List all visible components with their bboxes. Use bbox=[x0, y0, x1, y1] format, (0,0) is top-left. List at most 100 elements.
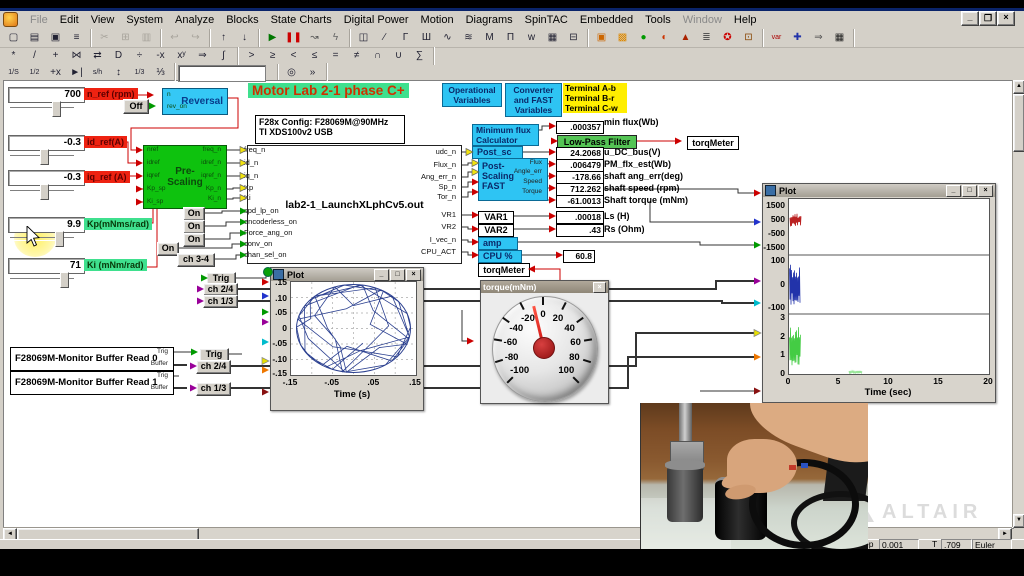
slider-value-0[interactable]: 700 bbox=[8, 87, 85, 103]
vscroll-thumb[interactable] bbox=[1013, 94, 1024, 152]
alarm-tool-icon[interactable]: ▲ bbox=[675, 29, 696, 47]
assign-block-icon[interactable]: ⇒ bbox=[192, 47, 213, 65]
config-box[interactable]: F28x Config: F28069M@90MHz TI XDS100v2 U… bbox=[255, 115, 405, 144]
menu-window[interactable]: Window bbox=[677, 12, 728, 28]
less-equal-block-icon[interactable]: ≤ bbox=[304, 47, 325, 65]
print-icon[interactable]: ≡ bbox=[66, 29, 87, 47]
integrator-block-icon[interactable]: ∫ bbox=[213, 47, 234, 65]
monitor-block-icon[interactable]: ⊟ bbox=[563, 29, 584, 47]
data-tool-icon[interactable]: ▦ bbox=[829, 29, 850, 47]
transpose-block-icon[interactable]: ⇄ bbox=[87, 47, 108, 65]
demote-icon[interactable]: ↓ bbox=[234, 29, 255, 47]
off-button[interactable]: Off bbox=[123, 99, 149, 114]
single-step-icon[interactable]: ↝ bbox=[304, 29, 325, 47]
display-block-icon[interactable]: ▦ bbox=[542, 29, 563, 47]
slider-thumb-3[interactable] bbox=[55, 231, 64, 247]
vertical-scrollbar[interactable]: ▲ ▼ bbox=[1012, 80, 1024, 527]
on-button-3[interactable]: On bbox=[183, 233, 205, 247]
plot-tool-icon[interactable]: ▣ bbox=[591, 29, 612, 47]
wire-tool-icon[interactable]: ⇒ bbox=[808, 29, 829, 47]
sine-block-icon[interactable]: ∿ bbox=[437, 29, 458, 47]
scroll-down-icon[interactable]: ▼ bbox=[1013, 514, 1024, 528]
find-icon[interactable]: ◎ bbox=[281, 63, 302, 81]
menu-spintac[interactable]: SpinTAC bbox=[519, 12, 574, 28]
and-block-icon[interactable]: ∩ bbox=[367, 47, 388, 65]
find-input[interactable] bbox=[178, 65, 266, 82]
menu-state-charts[interactable]: State Charts bbox=[265, 12, 338, 28]
histogram-tool-icon[interactable]: ▩ bbox=[612, 29, 633, 47]
negate-block-icon[interactable]: -x bbox=[150, 47, 171, 65]
menu-tools[interactable]: Tools bbox=[639, 12, 677, 28]
var1-block[interactable]: VAR1 bbox=[478, 211, 514, 224]
plot-maximize-icon[interactable]: □ bbox=[390, 269, 405, 281]
divide-block-icon[interactable]: / bbox=[24, 47, 45, 65]
pulse-block-icon[interactable]: Π bbox=[500, 29, 521, 47]
list-tool-icon[interactable]: ≣ bbox=[696, 29, 717, 47]
derivative-block-icon[interactable]: D bbox=[108, 47, 129, 65]
undo-icon[interactable]: ↩ bbox=[164, 29, 185, 47]
greater-block-icon[interactable]: > bbox=[241, 47, 262, 65]
led-tool-icon[interactable]: ● bbox=[633, 29, 654, 47]
menu-motion[interactable]: Motion bbox=[415, 12, 460, 28]
time-plot-titlebar[interactable]: Plot _ □ × bbox=[763, 184, 995, 197]
on-button-2[interactable]: On bbox=[183, 220, 205, 234]
slider-track-0[interactable] bbox=[10, 107, 74, 111]
power-block-icon[interactable]: xʸ bbox=[171, 47, 192, 65]
gauge-close-icon[interactable]: × bbox=[593, 282, 606, 293]
slider-thumb-2[interactable] bbox=[40, 184, 49, 200]
multiply-block-icon[interactable]: * bbox=[3, 47, 24, 65]
bar-display-block-icon[interactable]: ≋ bbox=[458, 29, 479, 47]
realtime-icon[interactable]: ϟ bbox=[325, 29, 346, 47]
plot-minimize-icon[interactable]: _ bbox=[374, 269, 389, 281]
minimize-button[interactable]: _ bbox=[961, 11, 979, 26]
or-block-icon[interactable]: ∪ bbox=[388, 47, 409, 65]
ratio-block-icon[interactable]: ÷ bbox=[129, 47, 150, 65]
copy-icon[interactable]: ⊞ bbox=[115, 29, 136, 47]
pause-icon[interactable]: ❚❚ bbox=[283, 29, 304, 47]
new-file-icon[interactable]: ▢ bbox=[3, 29, 24, 47]
on-button-4[interactable]: On bbox=[157, 242, 179, 256]
equal-block-icon[interactable]: = bbox=[325, 47, 346, 65]
slider-thumb-0[interactable] bbox=[52, 101, 61, 117]
less-block-icon[interactable]: < bbox=[283, 47, 304, 65]
greater-equal-block-icon[interactable]: ≥ bbox=[262, 47, 283, 65]
slider-value-4[interactable]: 71 bbox=[8, 258, 85, 274]
offset-block-icon[interactable]: +x bbox=[45, 63, 66, 81]
paste-icon[interactable]: ▥ bbox=[136, 29, 157, 47]
menu-diagrams[interactable]: Diagrams bbox=[460, 12, 519, 28]
ch-1-3-button-bottom[interactable]: ch 1/3 bbox=[196, 382, 231, 396]
add-tool-icon[interactable]: ✚ bbox=[787, 29, 808, 47]
slider-thumb-1[interactable] bbox=[40, 149, 49, 165]
comb-block-icon[interactable]: Ш bbox=[416, 29, 437, 47]
menu-file[interactable]: File bbox=[24, 12, 54, 28]
sum-block-icon[interactable]: ∑ bbox=[409, 47, 430, 65]
on-button-1[interactable]: On bbox=[183, 207, 205, 221]
gauge-tool-icon[interactable]: ◐ bbox=[654, 29, 675, 47]
one-half-block-icon[interactable]: 1/2 bbox=[24, 63, 45, 81]
merge-block-icon[interactable]: ⋈ bbox=[66, 47, 87, 65]
menu-embedded[interactable]: Embedded bbox=[574, 12, 639, 28]
add-block-icon[interactable]: + bbox=[45, 47, 66, 65]
ramp-block-icon[interactable]: ∕ bbox=[374, 29, 395, 47]
slider-thumb-4[interactable] bbox=[60, 272, 69, 288]
menu-view[interactable]: View bbox=[85, 12, 121, 28]
app-icon[interactable] bbox=[3, 12, 18, 27]
waveform-block-icon[interactable]: M bbox=[479, 29, 500, 47]
cut-icon[interactable]: ✂ bbox=[94, 29, 115, 47]
updown-block-icon[interactable]: ↕ bbox=[108, 63, 129, 81]
sample-hold-block-icon[interactable]: s/h bbox=[87, 63, 108, 81]
plot-maximize-icon[interactable]: □ bbox=[962, 185, 977, 197]
not-equal-block-icon[interactable]: ≠ bbox=[346, 47, 367, 65]
amp-block[interactable]: amp bbox=[478, 237, 518, 250]
menu-digital-power[interactable]: Digital Power bbox=[338, 12, 415, 28]
cpu-percent-block[interactable]: CPU % bbox=[478, 250, 522, 263]
variable-tool-icon[interactable]: var bbox=[766, 29, 787, 47]
min-flux-calculator-block[interactable]: Minimum flux Calculator bbox=[472, 124, 539, 146]
gauge-titlebar[interactable]: torque(mNm) × bbox=[481, 281, 608, 293]
plot-close-icon[interactable]: × bbox=[978, 185, 993, 197]
menu-help[interactable]: Help bbox=[728, 12, 763, 28]
xy-plot-titlebar[interactable]: Plot _ □ × bbox=[271, 268, 423, 281]
io-tool-icon[interactable]: ⊡ bbox=[738, 29, 759, 47]
ch-3-4-button[interactable]: ch 3-4 bbox=[177, 253, 215, 267]
ch-2-4-button-bottom[interactable]: ch 2/4 bbox=[196, 360, 231, 374]
